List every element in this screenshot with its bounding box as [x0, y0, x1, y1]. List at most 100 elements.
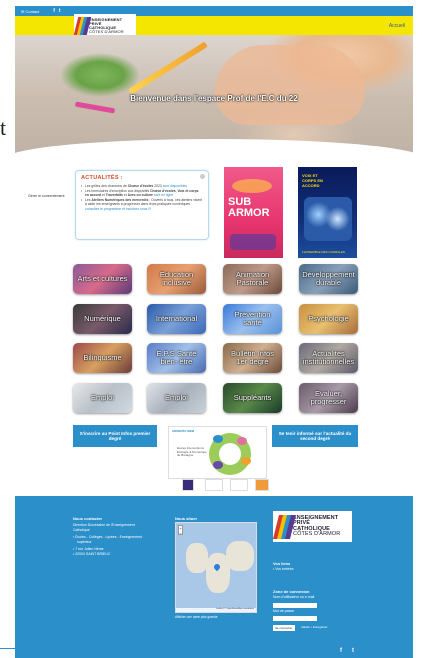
twitter-icon[interactable]: t: [59, 8, 61, 14]
partner-logo-4[interactable]: [255, 479, 269, 491]
poster-voix-corps[interactable]: VOIX ET CORPS EN ACCORD L'ENSEMBLE DES C…: [298, 167, 357, 258]
logo-line-4: CÔTES D'ARMOR: [89, 29, 124, 34]
tile-bilinguisme[interactable]: Bilinguisme: [73, 343, 132, 373]
news-item: Les formulaires d'inscription aux dispos…: [81, 189, 203, 198]
tile-label: Animation Pastorale: [235, 270, 270, 287]
button-label: S'inscrire au Point Infos premier degré: [79, 430, 151, 442]
news-item: Les Ateliers Numériques des mercredis : …: [81, 198, 203, 212]
tile-label: Emploi: [91, 393, 114, 402]
tile-developpement-durable[interactable]: Développement durable: [299, 264, 358, 294]
tile-emploi-1[interactable]: Emploi: [73, 383, 132, 413]
login-user-label: Nom d'utilisateur ou e-mail: [273, 595, 315, 599]
tile-psychologie[interactable]: Psychologie: [299, 304, 358, 334]
facebook-icon[interactable]: f: [340, 648, 342, 654]
logo-text: ENSEIGNEMENT PRIVÉ CATHOLIQUE CÔTES D'AR…: [293, 515, 341, 538]
tile-label: Bulletin Infos 1er degré: [231, 349, 274, 366]
infographic-circle: [241, 457, 251, 465]
page: ✉ Contact f t Accueil ENSEIGNEMENT PRIVÉ…: [0, 0, 422, 658]
login-button[interactable]: Se connecter: [273, 625, 295, 631]
tile-emploi-2[interactable]: Emploi: [147, 383, 206, 413]
logo-mark-icon: [73, 17, 92, 35]
poster-sub-armor[interactable]: SUB ARMOR: [224, 167, 283, 258]
map-attribution: Leaflet | © OpenStreetMap contributors: [176, 608, 256, 612]
tile-evaluer-progresser[interactable]: Evaluer, progresser: [299, 383, 358, 413]
poster-decoration: [232, 179, 272, 193]
poster-title: SUB ARMOR: [228, 196, 270, 219]
tile-label: Numérique: [84, 314, 121, 323]
inscription-point-infos-button[interactable]: S'inscrire au Point Infos premier degré: [73, 425, 157, 447]
news-title: ACTUALITÉS :: [81, 175, 123, 181]
hero-title: Bienvenue dans l'espace Prof de l'E.C du…: [130, 94, 298, 103]
facebook-icon[interactable]: f: [53, 8, 55, 14]
divider: [0, 648, 58, 649]
news-link[interactable]: sont disponibles: [163, 184, 187, 188]
infographic-heading: ARDENTA WEB: [172, 429, 195, 433]
hero-pencil-shape: [128, 41, 208, 95]
tile-label: Education inclusive: [159, 270, 194, 287]
tile-label: Evaluer, progresser: [310, 389, 347, 406]
infographic-circle: [213, 461, 223, 469]
vos-liens-item[interactable]: • Vos entrées: [273, 567, 294, 572]
tile-label: Psychologie: [308, 314, 349, 323]
news-link[interactable]: sont en ligne: [153, 193, 173, 197]
tile-label: Prévention santé: [234, 310, 271, 327]
tile-label: Développement durable: [302, 270, 355, 287]
password-input[interactable]: [273, 616, 317, 621]
tile-eps-sante[interactable]: E.P.S Santé bien- être: [147, 343, 206, 373]
hero-pencil-shape-2: [74, 101, 116, 114]
news-box: ACTUALITÉS : Les grilles des chansons de…: [75, 170, 209, 240]
twitter-icon[interactable]: t: [352, 648, 354, 654]
tile-numerique[interactable]: Numérique: [73, 304, 132, 334]
infographic-circle: [219, 443, 241, 465]
map-land: [186, 543, 208, 573]
logo-line-4: CÔTES D'ARMOR: [293, 531, 341, 537]
button-label: Se tenir informé sur l'actualité du seco…: [278, 430, 352, 442]
vos-liens-title: Vos liens: [273, 561, 291, 566]
contact-line: Catholique: [73, 528, 90, 532]
footer-logo[interactable]: ENSEIGNEMENT PRIVÉ CATHOLIQUE CÔTES D'AR…: [273, 511, 352, 542]
infographic-text: Ecoles Interventions Ecologie & Numériqu…: [177, 446, 207, 458]
poster-photo: [304, 197, 352, 241]
footer-contact-text: Direction Diocésaine de l'Enseignement C…: [73, 523, 163, 557]
partner-logo-1[interactable]: [182, 479, 194, 491]
nav-accueil[interactable]: Accueil: [389, 23, 405, 29]
poster-caption: L'ENSEMBLE DES CHORALES: [302, 250, 345, 254]
login-title: Zone de connexion: [273, 589, 310, 594]
map-larger-link[interactable]: Afficher une carte plus grande: [175, 615, 217, 620]
username-input[interactable]: [273, 603, 317, 608]
hero-hand-shape: [215, 45, 365, 125]
hero-wave: [15, 139, 413, 157]
tile-prevention-sante[interactable]: Prévention santé: [223, 304, 282, 334]
contact-line: • 22000 SAINT BRIEUC: [73, 552, 111, 556]
consent-link[interactable]: Gérer le consentement: [28, 194, 65, 198]
infographic[interactable]: ARDENTA WEB Ecoles Interventions Ecologi…: [168, 426, 267, 479]
remember-text[interactable]: Valider • Enregistrer: [301, 625, 328, 630]
poster-decoration: [230, 234, 276, 250]
hero-banner: Bienvenue dans l'espace Prof de l'E.C du…: [15, 35, 413, 157]
tile-suppleants[interactable]: Suppléants: [223, 383, 282, 413]
tile-animation-pastorale[interactable]: Animation Pastorale: [223, 264, 282, 294]
news-list: Les grilles des chansons de Chœur d'écol…: [81, 184, 203, 212]
stray-glyph: t: [0, 115, 7, 140]
tile-international[interactable]: International: [147, 304, 206, 334]
tile-bulletin-infos[interactable]: Bulletin Infos 1er degré: [223, 343, 282, 373]
contact-line: supérieur: [77, 540, 92, 544]
footer-contact-title: Nous contacter: [73, 516, 103, 521]
zoom-controls[interactable]: + −: [178, 525, 183, 536]
tile-actualites-institutionnelles[interactable]: Actualités institutionnelles: [299, 343, 358, 373]
partner-logo-3[interactable]: [230, 479, 248, 491]
poster-title: VOIX ET CORPS EN ACCORD: [302, 173, 323, 188]
partner-logo-2[interactable]: [205, 479, 223, 491]
tile-education-inclusive[interactable]: Education inclusive: [147, 264, 206, 294]
logo-text: ENSEIGNEMENT PRIVÉ CATHOLIQUE CÔTES D'AR…: [89, 18, 124, 34]
actualite-second-degre-button[interactable]: Se tenir informé sur l'actualité du seco…: [272, 425, 358, 447]
news-link[interactable]: consultez le programme et inscrivez-vous…: [85, 207, 151, 211]
tile-label: E.P.S Santé bien- être: [156, 349, 197, 366]
infographic-circle: [237, 437, 247, 445]
location-map[interactable]: + − Leaflet | © OpenStreetMap contributor…: [175, 522, 257, 613]
tile-arts-cultures[interactable]: Arts et cultures: [73, 264, 132, 294]
close-icon[interactable]: [200, 174, 205, 179]
tile-label: Actualités institutionnelles: [302, 349, 355, 366]
tile-label: Bilinguisme: [83, 353, 122, 362]
contact-link[interactable]: ✉ Contact: [21, 9, 39, 14]
